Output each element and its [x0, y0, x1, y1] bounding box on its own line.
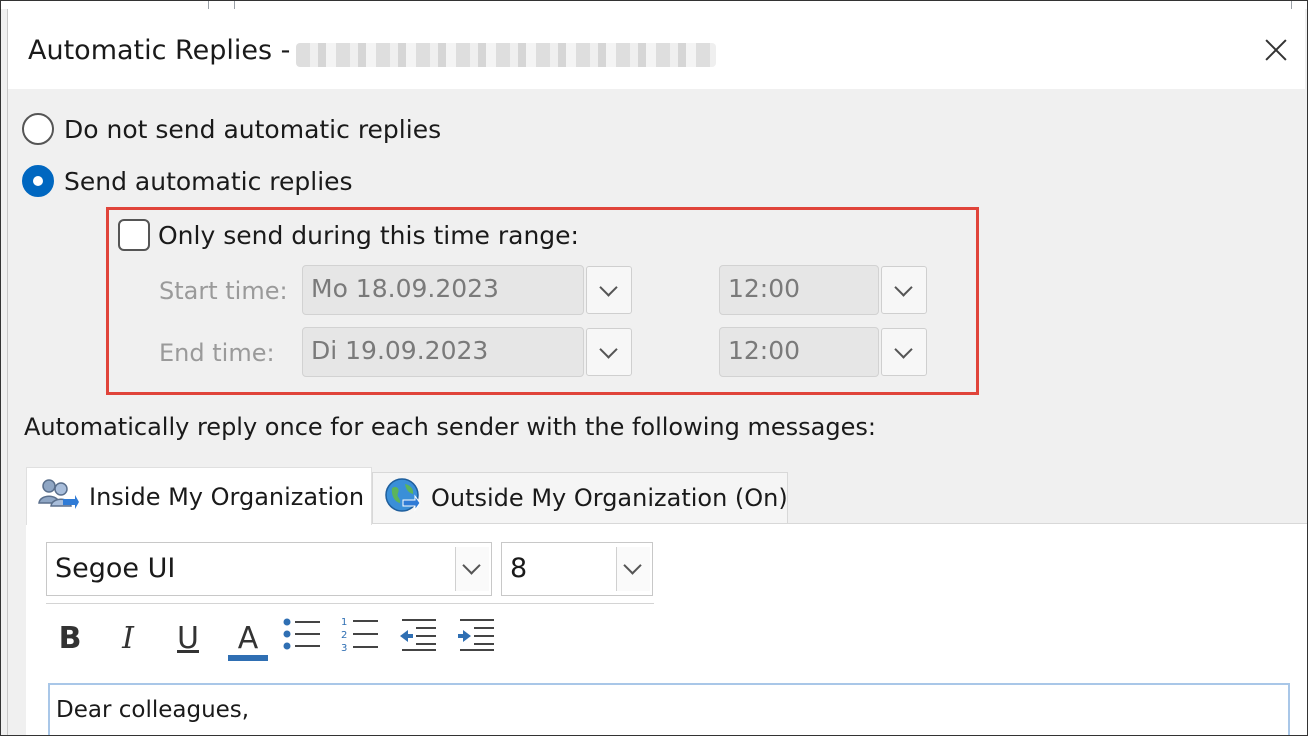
chevron-down-icon	[623, 556, 642, 575]
svg-text:3: 3	[341, 643, 347, 653]
chevron-down-icon	[599, 340, 618, 359]
background-window-strip	[1, 1, 1307, 9]
start-date-field[interactable]: Mo 18.09.2023	[302, 265, 584, 315]
time-range-option[interactable]: Only send during this time range:	[118, 219, 579, 251]
reply-message-editor[interactable]: Dear colleagues,	[48, 683, 1290, 735]
toolbar-divider	[46, 603, 654, 604]
background-mark	[1291, 1, 1292, 9]
tab-inside-organization-label: Inside My Organization	[89, 482, 365, 511]
editor-text: Dear colleagues,	[56, 697, 250, 723]
start-time-field[interactable]: 12:00	[719, 265, 879, 315]
font-size-dropdown[interactable]	[616, 547, 650, 591]
do-not-send-option[interactable]: Do not send automatic replies	[22, 113, 441, 145]
svg-text:1: 1	[341, 617, 347, 628]
background-mark	[208, 1, 209, 9]
time-range-checkbox[interactable]	[118, 219, 150, 251]
send-label: Send automatic replies	[64, 166, 353, 196]
end-time-label: End time:	[159, 339, 275, 367]
do-not-send-label: Do not send automatic replies	[64, 114, 442, 144]
tab-outside-organization[interactable]: Outside My Organization (On)	[372, 472, 788, 523]
tab-outside-organization-label: Outside My Organization (On)	[431, 484, 788, 512]
italic-button[interactable]: I	[106, 613, 150, 663]
chevron-down-icon	[894, 340, 913, 359]
end-date-dropdown[interactable]	[586, 328, 632, 376]
end-date-field[interactable]: Di 19.09.2023	[302, 327, 584, 377]
time-range-label: Only send during this time range:	[158, 220, 579, 250]
start-time-label: Start time:	[159, 277, 288, 305]
people-icon	[37, 477, 79, 517]
decrease-indent-icon	[398, 616, 438, 660]
background-mark	[234, 1, 235, 9]
numbered-list-icon: 1 2 3	[340, 615, 380, 661]
font-name-value: Segoe UI	[55, 553, 176, 584]
chevron-down-icon	[462, 556, 481, 575]
increase-indent-icon	[456, 616, 496, 660]
numbering-button[interactable]: 1 2 3	[338, 613, 382, 663]
font-name-dropdown[interactable]	[455, 547, 489, 591]
do-not-send-radio[interactable]	[22, 113, 54, 145]
end-time-dropdown[interactable]	[881, 328, 927, 376]
dialog-title: Automatic Replies -	[28, 35, 291, 66]
start-date-dropdown[interactable]	[586, 266, 632, 314]
font-color-swatch	[228, 655, 268, 661]
svg-text:2: 2	[341, 630, 347, 641]
screenshot-frame: Automatic Replies - Do not send automati…	[0, 0, 1308, 736]
bullet-list-icon	[282, 616, 322, 660]
font-size-value: 8	[510, 553, 528, 584]
chevron-down-icon	[894, 278, 913, 297]
send-radio[interactable]	[22, 165, 54, 197]
bold-button[interactable]: B	[48, 613, 92, 663]
font-color-button[interactable]: A	[226, 613, 270, 663]
font-name-combo[interactable]: Segoe UI	[46, 542, 492, 596]
tab-inside-organization[interactable]: Inside My Organization	[26, 467, 372, 525]
decrease-indent-button[interactable]	[396, 613, 440, 663]
automatic-replies-dialog: Automatic Replies - Do not send automati…	[7, 9, 1307, 735]
increase-indent-button[interactable]	[454, 613, 498, 663]
chevron-down-icon	[599, 278, 618, 297]
bullets-button[interactable]	[280, 613, 324, 663]
messages-section-label: Automatically reply once for each sender…	[24, 413, 876, 441]
globe-icon	[383, 476, 421, 520]
redacted-account-name	[296, 43, 716, 67]
close-button[interactable]	[1261, 35, 1291, 65]
font-size-combo[interactable]: 8	[501, 542, 653, 596]
send-option[interactable]: Send automatic replies	[22, 165, 353, 197]
end-time-field[interactable]: 12:00	[719, 327, 879, 377]
font-color-glyph: A	[237, 620, 259, 656]
start-time-dropdown[interactable]	[881, 266, 927, 314]
title-bar: Automatic Replies -	[8, 9, 1305, 89]
underline-button[interactable]: U	[166, 613, 210, 663]
